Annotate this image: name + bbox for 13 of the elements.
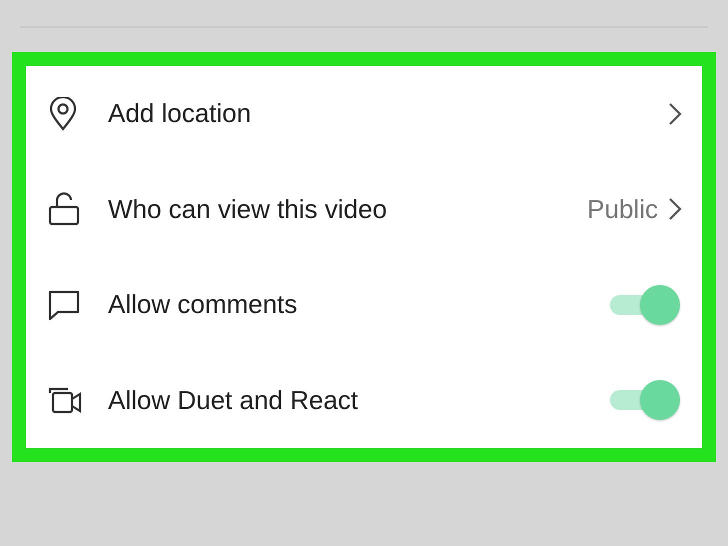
video-camera-icon	[48, 385, 82, 416]
setting-label: Allow Duet and React	[108, 384, 360, 416]
setting-label: Add location	[108, 98, 252, 130]
toggle-switch[interactable]	[610, 380, 682, 420]
setting-value: Public	[587, 194, 658, 225]
toggle-switch[interactable]	[610, 284, 682, 325]
setting-label: Allow comments	[108, 289, 298, 320]
chevron-right-icon	[668, 102, 682, 126]
chevron-right-icon	[668, 197, 682, 222]
speech-bubble-icon	[48, 288, 80, 321]
unlocked-padlock-icon	[48, 192, 80, 226]
setting-label: Who can view this video	[108, 194, 388, 225]
location-pin-icon	[48, 96, 78, 131]
